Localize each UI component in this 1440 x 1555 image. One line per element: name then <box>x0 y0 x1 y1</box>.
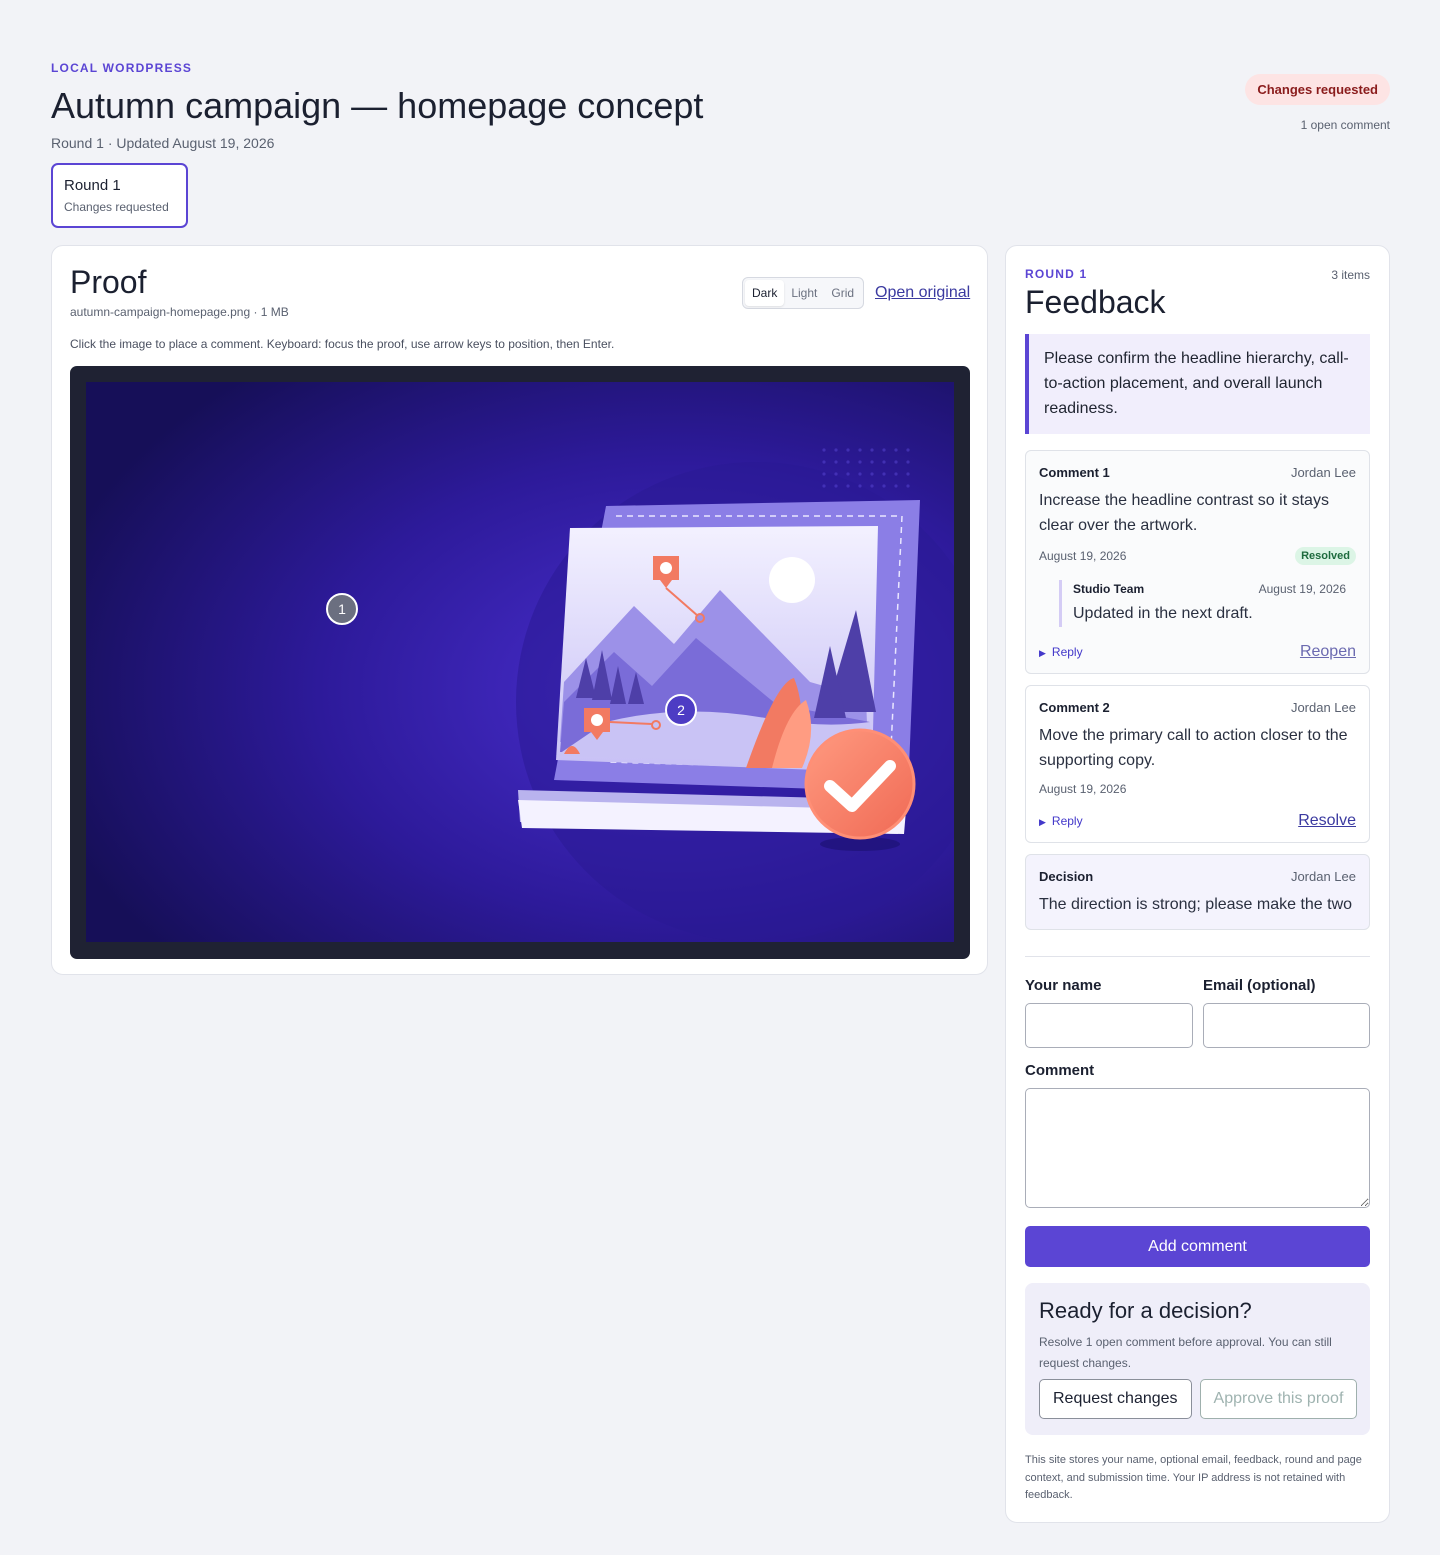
reply-date: August 19, 2026 <box>1258 582 1346 596</box>
email-field[interactable] <box>1203 1003 1370 1048</box>
open-comment-count: 1 open comment <box>1300 118 1390 132</box>
page-header: LOCAL WORDPRESS Autumn campaign — homepa… <box>51 58 1390 151</box>
proof-stage: 1 2 <box>70 366 970 959</box>
comment-label-field: Comment <box>1025 1062 1095 1079</box>
reply-toggle-label: Reply <box>1051 645 1083 659</box>
decision-panel: Ready for a decision? Resolve 1 open com… <box>1025 1283 1370 1435</box>
add-comment-button[interactable]: Add comment <box>1025 1226 1370 1267</box>
reply-toggle[interactable]: ▶ Reply <box>1039 645 1083 659</box>
decision-label: Decision <box>1039 869 1094 884</box>
reply-toggle[interactable]: ▶ Reply <box>1039 814 1083 828</box>
comment-card: Comment 1 Jordan Lee Increase the headli… <box>1025 450 1370 674</box>
comment-date: August 19, 2026 <box>1039 782 1127 796</box>
background-mode-toggle: Dark Light Grid <box>742 277 865 309</box>
comment-author: Jordan Lee <box>1290 700 1356 715</box>
caret-right-icon: ▶ <box>1039 817 1046 827</box>
status-badge: Changes requested <box>1245 74 1390 105</box>
proof-image[interactable]: 1 2 <box>86 382 954 942</box>
page-meta: Round 1 · Updated August 19, 2026 <box>51 135 275 151</box>
checkmark-icon <box>804 728 916 840</box>
divider <box>1025 956 1370 957</box>
mode-dark-button[interactable]: Dark <box>745 280 785 306</box>
reply-body: Updated in the next draft. <box>1073 605 1253 622</box>
decision-body: The direction is strong; please make the… <box>1039 896 1353 913</box>
comment-author: Jordan Lee <box>1290 465 1356 480</box>
comment-label: Comment 1 <box>1039 465 1110 480</box>
comment-reply: Studio Team August 19, 2026 Updated in t… <box>1059 580 1356 627</box>
decision-title: Ready for a decision? <box>1039 1298 1252 1323</box>
round-tab-title: Round 1 <box>64 177 121 194</box>
name-label: Your name <box>1025 977 1102 994</box>
open-original-link[interactable]: Open original <box>875 284 970 302</box>
comment-body: Increase the headline contrast so it sta… <box>1039 492 1329 534</box>
comment-pin-1[interactable]: 1 <box>326 593 358 625</box>
caret-right-icon: ▶ <box>1039 648 1046 658</box>
proof-illustration <box>86 382 954 942</box>
proof-panel: Proof autumn-campaign-homepage.png · 1 M… <box>51 245 988 975</box>
feedback-title: Feedback <box>1025 284 1166 320</box>
decision-card: Decision Jordan Lee The direction is str… <box>1025 854 1370 930</box>
comment-body: Move the primary call to action closer t… <box>1039 727 1348 769</box>
resolved-badge: Resolved <box>1295 547 1356 565</box>
site-label: LOCAL WORDPRESS <box>51 61 193 75</box>
proof-title: Proof <box>70 264 147 300</box>
tab-round-1[interactable]: Round 1 Changes requested <box>51 163 188 228</box>
comment-label: Comment 2 <box>1039 700 1110 715</box>
reopen-button[interactable]: Reopen <box>1300 643 1356 661</box>
round-tab-status: Changes requested <box>64 200 169 214</box>
comment-pin-2[interactable]: 2 <box>665 694 697 726</box>
privacy-notice: This site stores your name, optional ema… <box>1025 1454 1362 1501</box>
comment-card: Comment 2 Jordan Lee Move the primary ca… <box>1025 685 1370 843</box>
mode-light-button[interactable]: Light <box>784 280 824 306</box>
feedback-round-label: ROUND 1 <box>1025 267 1088 281</box>
reply-toggle-label: Reply <box>1051 814 1083 828</box>
email-label: Email (optional) <box>1203 977 1316 994</box>
review-brief: Please confirm the headline hierarchy, c… <box>1025 334 1370 434</box>
approve-proof-button[interactable]: Approve this proof <box>1199 1379 1358 1419</box>
decision-author: Jordan Lee <box>1290 869 1356 884</box>
comment-date: August 19, 2026 <box>1039 549 1127 563</box>
feedback-item-count: 3 items <box>1331 268 1370 282</box>
status-summary: Changes requested 1 open comment <box>1245 74 1390 132</box>
feedback-panel: ROUND 1 3 items Feedback Please confirm … <box>1005 245 1390 1523</box>
page-title: Autumn campaign — homepage concept <box>51 85 704 126</box>
proof-instructions: Click the image to place a comment. Keyb… <box>70 337 615 351</box>
reply-author: Studio Team <box>1073 582 1145 596</box>
decision-text: Resolve 1 open comment before approval. … <box>1039 1335 1332 1370</box>
resolve-button[interactable]: Resolve <box>1298 812 1356 830</box>
mode-grid-button[interactable]: Grid <box>824 280 861 306</box>
name-field[interactable] <box>1025 1003 1193 1048</box>
request-changes-button[interactable]: Request changes <box>1039 1379 1192 1419</box>
comment-list[interactable]: Comment 1 Jordan Lee Increase the headli… <box>1025 450 1370 940</box>
comment-textarea[interactable] <box>1025 1088 1370 1208</box>
proof-file-info: autumn-campaign-homepage.png · 1 MB <box>70 305 289 319</box>
